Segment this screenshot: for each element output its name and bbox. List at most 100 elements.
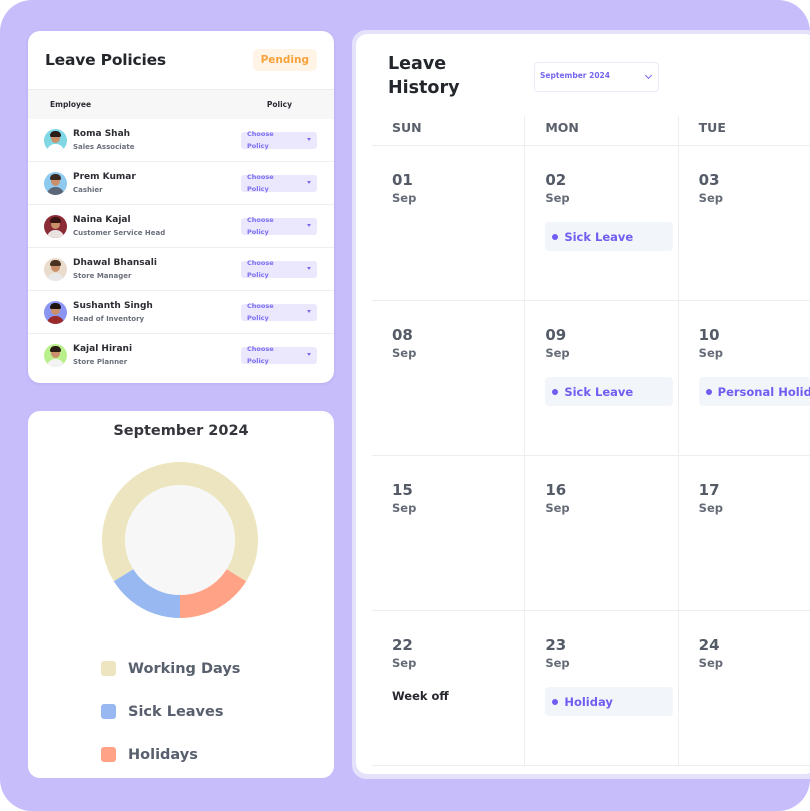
legend-label: Holidays [128,746,198,763]
employee-info: Kajal Hirani Store Planner [73,343,241,368]
leave-event[interactable]: Sick Leave [545,377,674,406]
chevron-down-icon [644,71,653,80]
choose-policy-label: Choose Policy [247,129,274,150]
employee-info: Dhawal Bhansali Store Manager [73,257,241,282]
day-month: Sep [545,501,570,515]
choose-policy-label: Choose Policy [247,301,274,322]
chart-title: September 2024 [113,423,249,439]
calendar-day-cell[interactable]: 16 Sep [525,456,679,610]
calendar-day-cell[interactable]: 17 Sep [679,456,810,610]
employee-list: Roma Shah Sales Associate Choose Policy … [28,119,334,377]
calendar-day-cell[interactable]: 09 Sep Sick Leave [525,301,679,455]
leave-event[interactable]: Personal Holiday [698,377,810,406]
employee-info: Naina Kajal Customer Service Head [73,214,241,239]
calendar-day-cell[interactable]: 24 Sep [679,611,810,765]
caret-down-icon [307,137,311,141]
caret-down-icon [307,309,311,313]
day-number: 22 [392,636,413,654]
day-number: 02 [545,171,567,189]
calendar-day-cell[interactable]: 01 Sep [372,146,526,300]
chart-legend: Working Days Sick Leaves Holidays [101,647,240,776]
legend-label: Sick Leaves [128,703,224,720]
employee-name: Dhawal Bhansali [73,257,157,268]
leave-policies-header: Leave Policies Pending [28,31,334,89]
table-row: Dhawal Bhansali Store Manager Choose Pol… [28,248,334,291]
legend-label: Working Days [128,660,241,677]
table-row: Roma Shah Sales Associate Choose Policy [28,119,334,162]
choose-policy-dropdown[interactable]: Choose Policy [241,302,317,322]
table-header: Employee Policy [28,89,334,119]
calendar-day-cell[interactable]: 23 Sep Holiday [525,611,679,765]
day-number: 17 [698,481,720,499]
employee-role: Store Planner [73,358,128,366]
choose-policy-dropdown[interactable]: Choose Policy [241,173,317,193]
event-dot-icon [552,388,559,395]
day-month: Sep [698,501,723,515]
employee-info: Roma Shah Sales Associate [73,128,241,153]
event-label: Holiday [564,694,613,709]
employee-name: Roma Shah [73,128,131,139]
day-month: Sep [392,656,417,670]
day-month: Sep [698,656,723,670]
calendar-day-cell[interactable]: 02 Sep Sick Leave [525,146,679,300]
calendar-day-names: SUN MON TUE [372,116,810,146]
leave-policies-card: Leave Policies Pending Employee Policy R… [28,31,334,383]
event-dot-icon [552,233,559,240]
day-name-sun: SUN [372,116,526,145]
leave-event[interactable]: Holiday [545,687,674,716]
table-row: Sushanth Singh Head of Inventory Choose … [28,291,334,334]
event-label: Sick Leave [564,229,634,244]
choose-policy-dropdown[interactable]: Choose Policy [241,216,317,236]
day-name-mon: MON [525,116,679,145]
leave-policies-title: Leave Policies [45,51,166,69]
calendar-week: 22 Sep Week off 23 Sep Holiday 24 Sep [372,611,810,766]
employee-name: Naina Kajal [73,214,131,225]
leave-event[interactable]: Sick Leave [545,222,674,251]
week-off-note: Week off [392,689,449,703]
calendar-grid: SUN MON TUE 01 Sep 02 Sep Sick Leave 03 Sep 08 Sep… [372,116,810,766]
day-month: Sep [698,346,723,360]
employee-role: Customer Service Head [73,228,166,237]
donut-chart [102,462,258,618]
day-number: 09 [545,326,567,344]
event-label: Sick Leave [564,384,634,399]
day-number: 03 [698,171,720,189]
calendar-week: 08 Sep 09 Sep Sick Leave 10 Sep Personal Holida… [372,301,810,456]
legend-swatch [101,747,116,762]
avatar [44,257,67,281]
employee-name: Prem Kumar [73,171,136,182]
day-month: Sep [545,656,570,670]
choose-policy-label: Choose Policy [247,215,274,236]
month-select-value: September 2024 [540,71,610,80]
calendar-day-cell[interactable]: 03 Sep [679,146,810,300]
choose-policy-dropdown[interactable]: Choose Policy [241,130,317,150]
day-month: Sep [545,191,570,205]
employee-role: Sales Associate [73,142,135,151]
day-number: 24 [698,636,720,654]
month-select[interactable]: September 2024 [534,62,659,92]
day-month: Sep [392,346,417,360]
event-label: Personal Holiday [717,384,810,399]
employee-role: Store Manager [73,271,132,280]
choose-policy-label: Choose Policy [247,345,274,365]
legend-swatch [101,661,116,676]
day-number: 01 [392,171,413,189]
avatar [44,300,67,324]
legend-item: Holidays [101,733,240,776]
avatar [44,214,67,238]
day-number: 10 [698,326,720,344]
choose-policy-dropdown[interactable]: Choose Policy [241,345,317,365]
avatar [44,171,67,195]
day-month: Sep [698,191,723,205]
day-number: 08 [392,326,413,344]
employee-info: Prem Kumar Cashier [73,171,241,196]
employee-name: Kajal Hirani [73,344,133,354]
employee-info: Sushanth Singh Head of Inventory [73,300,241,325]
calendar-day-cell[interactable]: 22 Sep Week off [372,611,526,765]
status-badge: Pending [252,49,317,71]
choose-policy-dropdown[interactable]: Choose Policy [241,259,317,279]
calendar-day-cell[interactable]: 10 Sep Personal Holiday [679,301,810,455]
calendar-day-cell[interactable]: 08 Sep [372,301,526,455]
day-number: 23 [545,636,567,654]
calendar-day-cell[interactable]: 15 Sep [372,456,526,610]
